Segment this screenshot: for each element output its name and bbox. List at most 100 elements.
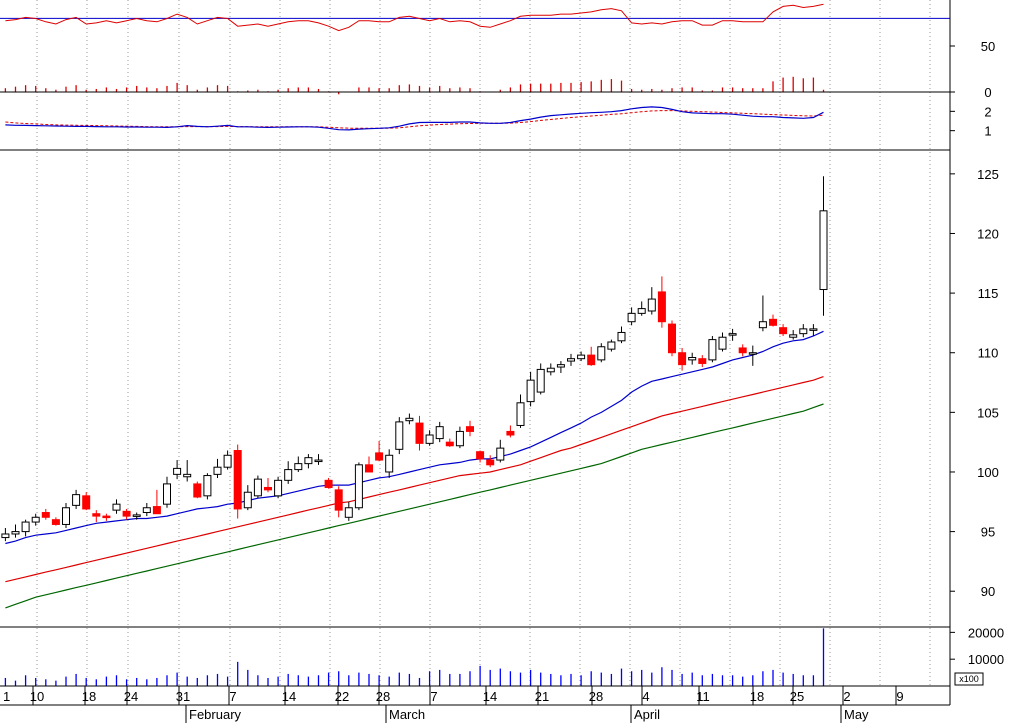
candle-body-47 bbox=[476, 451, 485, 460]
candle-body-31 bbox=[314, 459, 323, 463]
price-tick-label-4: 110 bbox=[978, 346, 999, 361]
candle-body-32 bbox=[324, 479, 333, 488]
candle-body-42 bbox=[425, 434, 434, 444]
rsi-tick-label-1: 50 bbox=[981, 39, 995, 54]
candle-27 bbox=[274, 476, 283, 499]
candle-body-56 bbox=[567, 358, 575, 362]
candle-body-54 bbox=[546, 367, 555, 373]
month-label-2: April bbox=[634, 707, 660, 722]
candle-39 bbox=[395, 417, 404, 455]
stock-chart: 0501290951001051101151201251000020000x10… bbox=[0, 0, 1010, 723]
month-label-0: February bbox=[189, 707, 242, 722]
candle-body-13 bbox=[132, 514, 141, 517]
candle-body-61 bbox=[617, 331, 626, 342]
candle-body-71 bbox=[718, 336, 727, 350]
candle-body-5 bbox=[51, 519, 60, 525]
day-label-6: 14 bbox=[282, 689, 296, 704]
day-label-4: 31 bbox=[176, 689, 190, 704]
price-tick-label-6: 120 bbox=[977, 226, 999, 241]
candle-body-39 bbox=[395, 421, 404, 450]
candle-body-6 bbox=[62, 507, 70, 525]
price-tick-label-5: 115 bbox=[978, 286, 999, 301]
candle-body-66 bbox=[668, 323, 676, 354]
candle-body-52 bbox=[526, 379, 535, 403]
candle-body-68 bbox=[688, 356, 697, 361]
candle-body-9 bbox=[92, 513, 101, 517]
candle-body-50 bbox=[506, 430, 515, 436]
candle-body-65 bbox=[657, 291, 666, 323]
price-tick-label-3: 105 bbox=[977, 405, 999, 420]
candle-25 bbox=[253, 475, 262, 499]
candle-body-60 bbox=[607, 341, 616, 350]
candle-body-34 bbox=[344, 507, 353, 518]
volume-tick-label-0: 10000 bbox=[968, 652, 1004, 667]
candle-body-30 bbox=[304, 457, 313, 465]
macd-tick-label-1: 2 bbox=[984, 104, 991, 119]
candle-body-11 bbox=[112, 503, 121, 511]
candle-body-8 bbox=[82, 495, 91, 510]
candle-66 bbox=[668, 320, 676, 357]
candle-body-69 bbox=[698, 358, 707, 364]
candle-body-4 bbox=[41, 512, 50, 518]
candle-body-16 bbox=[163, 483, 171, 505]
candle-body-2 bbox=[21, 521, 30, 533]
day-label-14: 11 bbox=[696, 689, 710, 704]
candle-body-17 bbox=[173, 467, 182, 475]
candle-body-22 bbox=[223, 454, 232, 468]
candle-body-63 bbox=[637, 308, 646, 314]
volume-unit-label: x100 bbox=[959, 674, 979, 684]
candle-body-7 bbox=[72, 494, 81, 506]
candle-body-38 bbox=[385, 454, 394, 473]
candle-body-28 bbox=[284, 469, 293, 481]
candle-body-20 bbox=[203, 475, 212, 497]
candle-body-37 bbox=[375, 452, 384, 461]
candle-body-36 bbox=[365, 464, 373, 473]
candle-body-70 bbox=[708, 339, 717, 361]
candle-body-59 bbox=[597, 346, 606, 361]
day-label-11: 21 bbox=[535, 689, 549, 704]
candle-body-62 bbox=[627, 312, 636, 323]
candle-body-40 bbox=[405, 417, 414, 422]
candle-body-44 bbox=[445, 441, 454, 447]
candle-body-41 bbox=[415, 422, 424, 444]
price-tick-label-7: 125 bbox=[977, 167, 999, 182]
day-label-7: 22 bbox=[335, 689, 349, 704]
month-label-3: May bbox=[844, 707, 869, 722]
price-tick-label-0: 90 bbox=[981, 584, 995, 599]
candle-35 bbox=[354, 462, 363, 511]
macd-tick-label-0: 1 bbox=[984, 124, 991, 139]
candle-body-29 bbox=[294, 463, 303, 471]
chart-background bbox=[0, 0, 1010, 723]
day-label-13: 4 bbox=[642, 689, 649, 704]
candle-body-64 bbox=[647, 298, 656, 312]
candle-body-15 bbox=[152, 506, 161, 515]
candle-body-26 bbox=[264, 486, 272, 491]
candle-body-48 bbox=[486, 459, 495, 466]
candle-body-67 bbox=[678, 352, 687, 366]
day-label-0: 1 bbox=[3, 689, 10, 704]
candle-body-24 bbox=[243, 491, 252, 509]
candle-70 bbox=[708, 336, 717, 363]
candle-body-77 bbox=[779, 327, 788, 335]
day-label-16: 25 bbox=[790, 689, 804, 704]
day-label-17: 2 bbox=[843, 689, 850, 704]
candle-body-75 bbox=[758, 321, 767, 329]
day-label-8: 28 bbox=[376, 689, 390, 704]
candle-23 bbox=[233, 444, 242, 519]
candle-body-19 bbox=[193, 483, 202, 498]
month-label-1: March bbox=[389, 707, 425, 722]
price-tick-label-2: 100 bbox=[977, 465, 999, 480]
candle-body-23 bbox=[233, 450, 242, 510]
day-label-18: 9 bbox=[896, 689, 903, 704]
candle-body-74 bbox=[748, 352, 757, 355]
candle-body-55 bbox=[556, 364, 565, 368]
candle-body-80 bbox=[809, 328, 818, 331]
volume-tick-label-1: 20000 bbox=[968, 625, 1004, 640]
price-tick-label-1: 95 bbox=[981, 525, 995, 540]
candle-body-46 bbox=[466, 426, 474, 432]
candle-body-3 bbox=[31, 516, 40, 523]
candle-body-49 bbox=[496, 447, 505, 461]
candle-body-53 bbox=[536, 368, 545, 393]
candle-body-25 bbox=[253, 478, 262, 497]
day-label-1: 10 bbox=[30, 689, 44, 704]
